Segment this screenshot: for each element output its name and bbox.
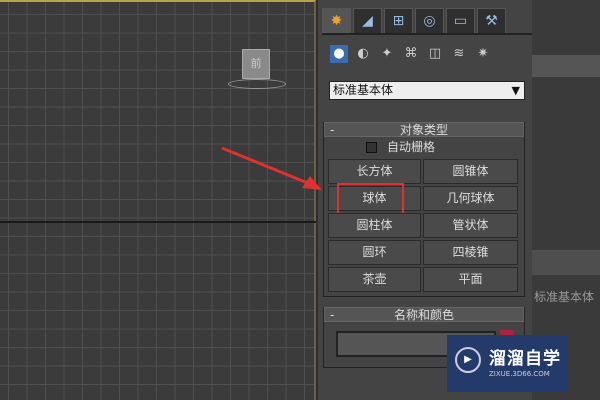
play-icon: ▶ [455,347,481,373]
watermark: ▶ 溜溜自学 ZIXUE.3D66.COM [447,335,568,392]
watermark-url: ZIXUE.3D66.COM [489,370,550,378]
watermark-title: 溜溜自学 [489,349,561,369]
